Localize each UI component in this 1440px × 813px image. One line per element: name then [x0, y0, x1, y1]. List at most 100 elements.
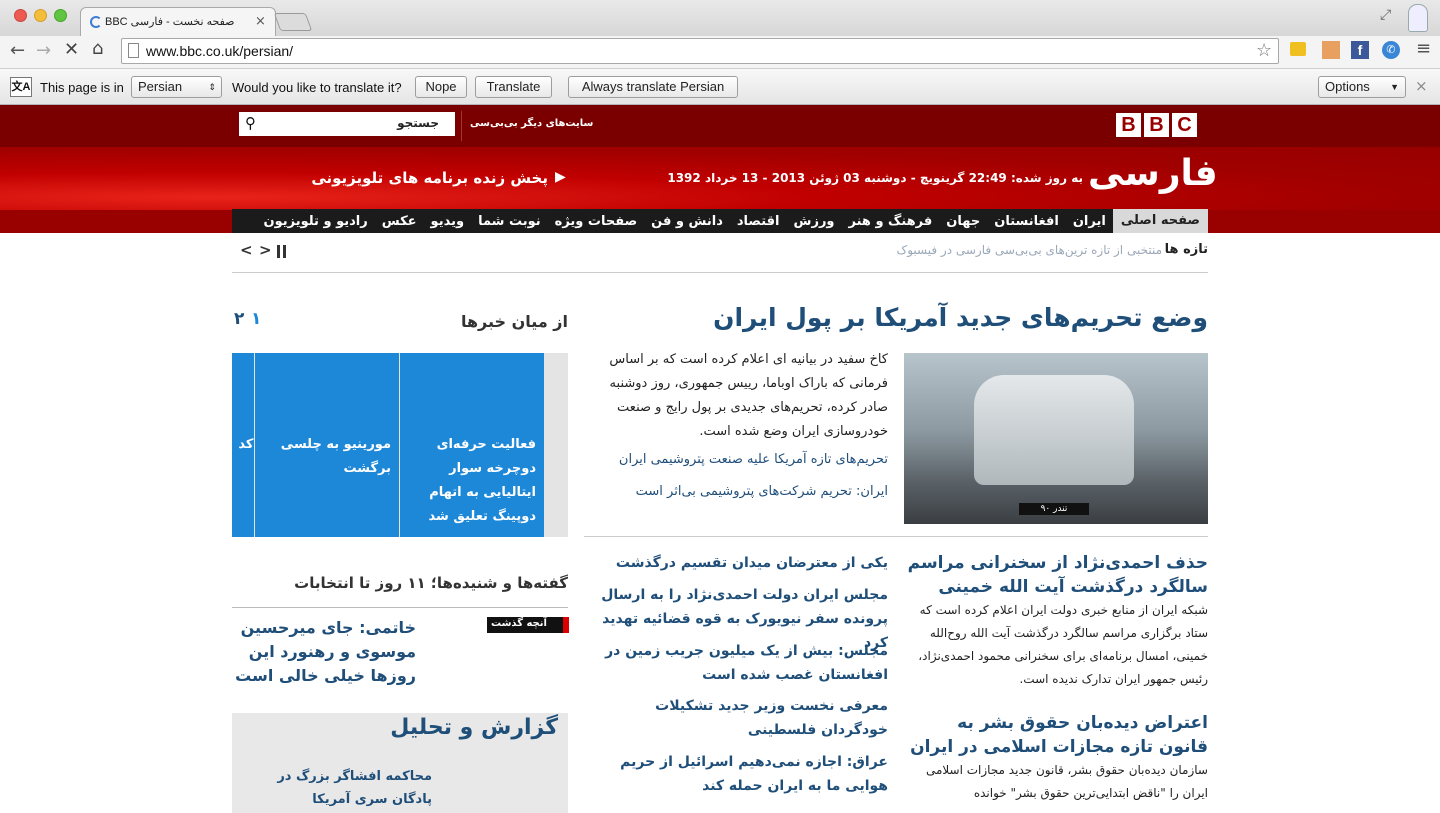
- menu-icon[interactable]: ≡: [1416, 38, 1431, 59]
- nav-radio-tv[interactable]: رادیو و تلویزیون: [257, 214, 375, 229]
- nav-home[interactable]: صفحه اصلی: [1112, 209, 1208, 233]
- search-icon[interactable]: ⚲: [245, 114, 256, 132]
- report-item[interactable]: محاکمه افشاگر بزرگ در پادگان سری آمریکا: [272, 765, 432, 811]
- logo-letter: C: [1172, 113, 1197, 137]
- lead-image[interactable]: تندر ۹۰: [904, 353, 1208, 524]
- carousel-card[interactable]: فعالیت حرفه‌ای دوچرخه سوار ایتالیایی به …: [400, 353, 544, 537]
- car-plate: تندر ۹۰: [1019, 503, 1089, 515]
- mid-link[interactable]: مجلس: بیش از یک میلیون جریب زمین در افغا…: [590, 639, 888, 687]
- search-input[interactable]: ⚲ جستجو: [239, 112, 455, 136]
- ticker: تازه ها منتخبی از تازه ترین‌های بی‌بی‌سی…: [232, 233, 1208, 273]
- facebook-icon[interactable]: f: [1351, 41, 1369, 59]
- carousel-card[interactable]: نشان کد نام: [232, 353, 254, 537]
- car-shape: [974, 375, 1134, 485]
- divider: [461, 111, 462, 141]
- stop-icon[interactable]: ✕: [64, 39, 79, 60]
- carousel-card[interactable]: مورینیو به چلسی برگشت: [255, 353, 399, 537]
- pause-icon-bar: [283, 245, 286, 258]
- extension-phone-icon[interactable]: ✆: [1382, 41, 1400, 59]
- divider: [584, 536, 1208, 537]
- nav-sport[interactable]: ورزش: [787, 214, 842, 229]
- mid-link[interactable]: معرفی نخست وزیر جدید تشکیلات خودگردان فل…: [590, 694, 888, 742]
- story2-headline[interactable]: حذف احمدی‌نژاد از سخنرانی مراسم سالگرد د…: [904, 551, 1208, 599]
- tab-bbc-persian[interactable]: صفحه نخست - فارسی BBC ×: [80, 7, 276, 37]
- brand-title[interactable]: فارسی: [1088, 153, 1218, 194]
- nav-your-turn[interactable]: نوبت شما: [471, 214, 548, 229]
- home-icon[interactable]: ⌂: [92, 38, 103, 59]
- tab-title: صفحه نخست - فارسی BBC: [105, 16, 235, 28]
- extension-pattern-icon[interactable]: [1322, 41, 1340, 59]
- sidebar-title: از میان خبرها: [460, 312, 568, 331]
- story2-summary: شبکه ایران از منابع خبری دولت ایران اعلا…: [918, 603, 1208, 686]
- nav-iran[interactable]: ایران: [1066, 214, 1113, 229]
- logo-letter: B: [1144, 113, 1169, 137]
- report-box: گزارش و تحلیل محاکمه افشاگر بزرگ در پادگ…: [232, 713, 568, 813]
- translate-button[interactable]: Translate: [475, 76, 552, 98]
- nav-afghanistan[interactable]: افغانستان: [987, 214, 1066, 229]
- report-title: گزارش و تحلیل: [390, 715, 558, 740]
- nope-button[interactable]: Nope: [415, 76, 467, 98]
- minimize-window-button[interactable]: [34, 9, 47, 22]
- back-icon[interactable]: ←: [10, 40, 25, 61]
- title-bar: صفحه نخست - فارسی BBC × ⤢: [0, 0, 1440, 37]
- lead-headline[interactable]: وضع تحریم‌های جدید آمریکا بر پول ایران: [590, 303, 1208, 332]
- play-icon: ▶: [555, 169, 566, 185]
- profile-avatar-icon[interactable]: [1408, 4, 1428, 32]
- nav-special[interactable]: صفحات ویژه: [548, 214, 644, 229]
- mid-link[interactable]: یکی از معترضان میدان تقسیم درگذشت: [590, 551, 888, 575]
- pager-2[interactable]: ۲: [234, 309, 244, 329]
- tab-close-icon[interactable]: ×: [255, 14, 266, 29]
- browser-chrome: صفحه نخست - فارسی BBC × ⤢ ← → ✕ ⌂ www.bb…: [0, 0, 1440, 105]
- close-window-button[interactable]: [14, 9, 27, 22]
- nav-video[interactable]: ویدیو: [424, 214, 472, 229]
- story3-summary: سازمان دیده‌بان حقوق بشر، قانون جدید مجا…: [925, 763, 1208, 800]
- zoom-window-button[interactable]: [54, 9, 67, 22]
- translate-infobar: 文A This page is in Persian ⇕ Would you l…: [0, 69, 1440, 105]
- page-icon: [128, 43, 139, 58]
- url-text: www.bbc.co.uk/persian/: [146, 43, 294, 59]
- always-translate-button[interactable]: Always translate Persian: [568, 76, 738, 98]
- other-sites-link[interactable]: سایت‌های دیگر بی‌بی‌سی: [470, 118, 593, 129]
- nav-culture[interactable]: فرهنگ و هنر: [842, 214, 940, 229]
- fullscreen-icon[interactable]: ⤢: [1380, 7, 1391, 23]
- divider: [232, 607, 568, 608]
- logo-letter: B: [1116, 113, 1141, 137]
- ticker-label: تازه ها: [1164, 242, 1208, 257]
- badge-label: آنچه گذشت: [491, 618, 547, 629]
- select-arrows-icon: ⇕: [208, 82, 216, 92]
- mid-link[interactable]: عراق: اجازه نمی‌دهیم اسرائیل از حریم هوا…: [590, 750, 888, 798]
- lead-link-2[interactable]: ایران: تحریم شرکت‌های پتروشیمی بی‌اثر اس…: [596, 484, 888, 499]
- options-button[interactable]: Options ▼: [1318, 76, 1406, 98]
- nav-economy[interactable]: اقتصاد: [730, 214, 787, 229]
- bbc-banner: فارسی به روز شده: 22:49 گرینویچ - دوشنبه…: [0, 147, 1440, 210]
- extension-lock-icon[interactable]: [1290, 42, 1306, 56]
- translate-icon: 文A: [10, 77, 32, 97]
- card-title: مورینیو به چلسی برگشت: [280, 437, 391, 476]
- new-tab-button[interactable]: [273, 13, 313, 31]
- quote-link[interactable]: خاتمی: جای میرحسین موسوی و رهنورد این رو…: [232, 616, 416, 688]
- address-bar[interactable]: www.bbc.co.uk/persian/ ☆: [121, 38, 1279, 64]
- infobar-close-icon[interactable]: ×: [1415, 77, 1428, 95]
- ticker-next-icon[interactable]: >: [259, 241, 272, 259]
- story3-headline[interactable]: اعتراض دیده‌بان حقوق بشر به قانون تازه م…: [904, 711, 1208, 759]
- updated-time: به روز شده: 22:49 گرینویچ - دوشنبه 03 ژو…: [667, 171, 1083, 185]
- pause-icon[interactable]: [277, 245, 280, 258]
- bbc-logo[interactable]: B B C: [1116, 113, 1197, 137]
- infobar-prefix: This page is in: [40, 80, 124, 95]
- infobar-question: Would you like to translate it?: [232, 80, 402, 95]
- language-value: Persian: [138, 79, 183, 94]
- nav-photo[interactable]: عکس: [375, 214, 424, 229]
- nav-world[interactable]: جهان: [939, 214, 987, 229]
- dropdown-arrow-icon: ▼: [1390, 82, 1399, 92]
- nav-science[interactable]: دانش و فن: [644, 214, 730, 229]
- ticker-text[interactable]: منتخبی از تازه ترین‌های بی‌بی‌سی فارسی د…: [896, 243, 1162, 257]
- loading-icon: [90, 16, 102, 28]
- ticker-prev-icon[interactable]: <: [240, 241, 253, 259]
- quotes-title[interactable]: گفته‌ها و شنیده‌ها؛ ۱۱ روز تا انتخابات: [232, 574, 568, 592]
- bookmark-star-icon[interactable]: ☆: [1256, 40, 1272, 61]
- live-tv-link[interactable]: پخش زنده برنامه های تلویزیونی: [311, 169, 548, 187]
- forward-icon[interactable]: →: [36, 40, 51, 61]
- language-select[interactable]: Persian ⇕: [131, 76, 222, 98]
- lead-link-1[interactable]: تحریم‌های تازه آمریکا علیه صنعت پتروشیمی…: [596, 452, 888, 467]
- pager-1[interactable]: ۱: [251, 309, 261, 329]
